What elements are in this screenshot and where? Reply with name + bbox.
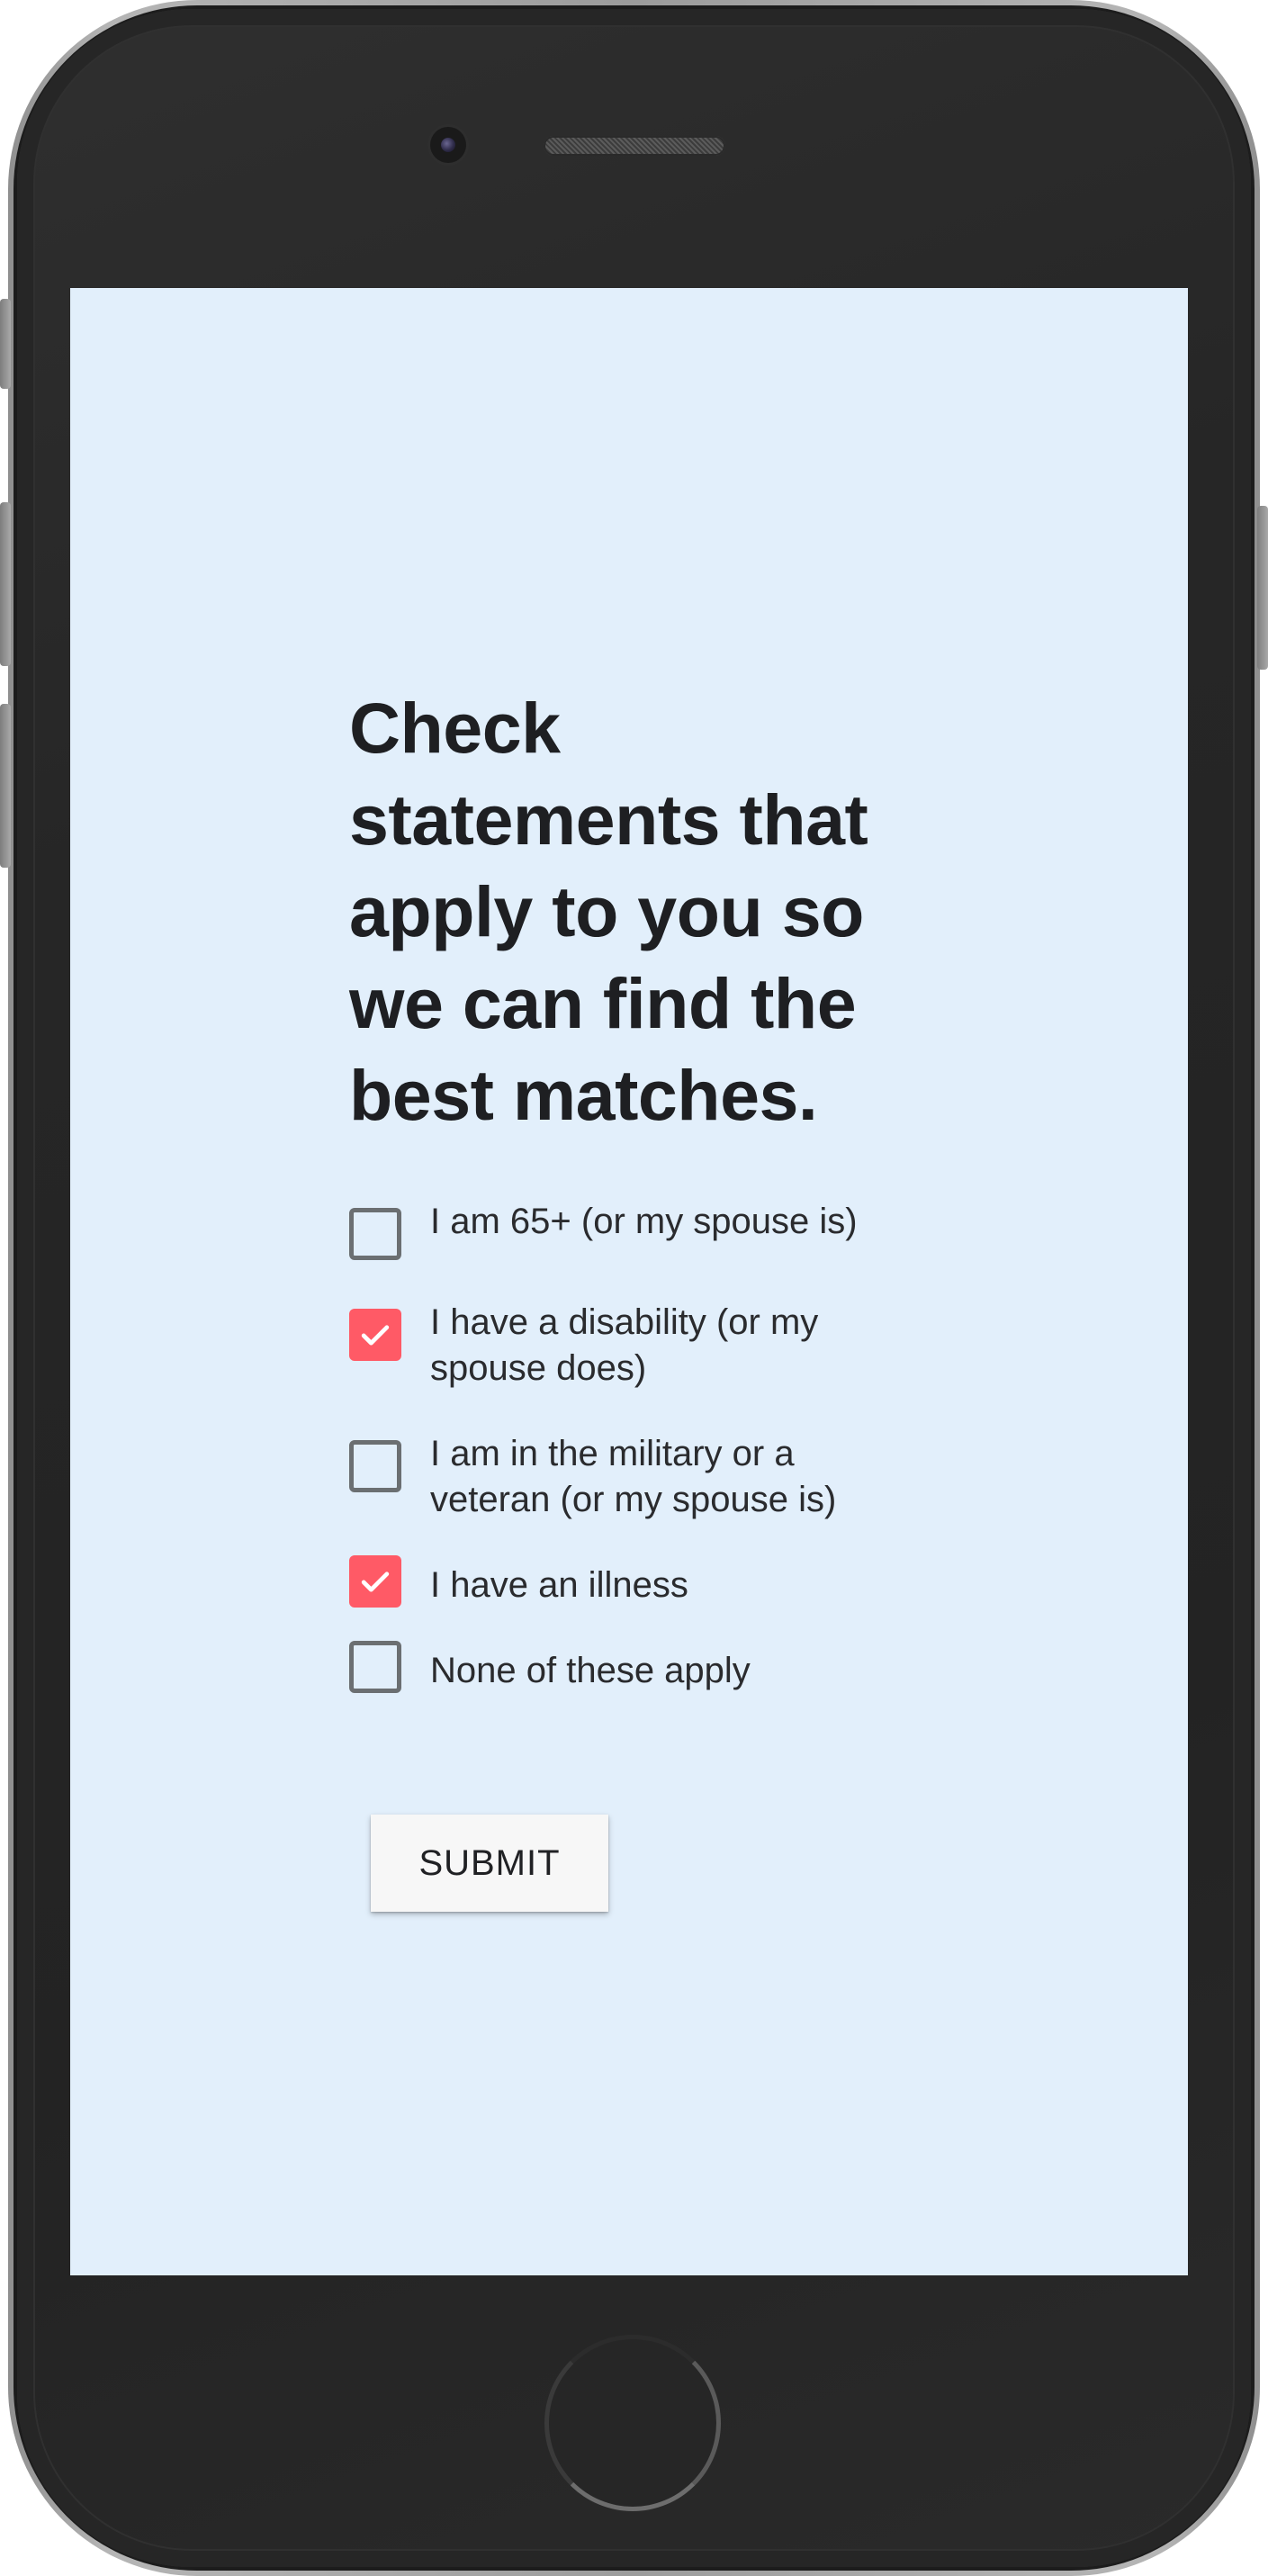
option-label: I am 65+ (or my spouse is) — [430, 1202, 858, 1241]
checkbox-illness[interactable] — [349, 1555, 401, 1608]
option-age-65[interactable]: I am 65+ (or my spouse is) — [349, 1199, 925, 1260]
checkbox-age-65[interactable] — [349, 1208, 401, 1260]
volume-down-button — [0, 704, 11, 868]
submit-button[interactable]: SUBMIT — [371, 1815, 608, 1912]
option-none-apply[interactable]: None of these apply — [349, 1641, 925, 1694]
option-label: None of these apply — [430, 1651, 751, 1690]
statements-form: Check statements that apply to you so we… — [349, 682, 925, 1694]
home-button[interactable] — [544, 2335, 721, 2511]
checkbox-none-apply[interactable] — [349, 1641, 401, 1693]
option-disability[interactable]: I have a disability (or my spouse does) — [349, 1300, 925, 1392]
check-icon — [361, 1325, 390, 1346]
power-button — [1257, 506, 1268, 670]
checkbox-military-veteran[interactable] — [349, 1440, 401, 1492]
mute-switch — [0, 299, 11, 389]
option-label: I have an illness — [430, 1565, 688, 1605]
phone-screen: Check statements that apply to you so we… — [70, 288, 1188, 2275]
form-title: Check statements that apply to you so we… — [349, 688, 868, 1135]
check-icon — [361, 1572, 390, 1592]
volume-up-button — [0, 502, 11, 666]
checkbox-disability[interactable] — [349, 1309, 401, 1361]
statement-options: I am 65+ (or my spouse is) I have a disa… — [349, 1199, 925, 1694]
front-camera — [430, 127, 466, 163]
earpiece-speaker — [544, 136, 725, 156]
option-illness[interactable]: I have an illness — [349, 1555, 925, 1608]
option-label: I am in the military or a veteran (or my… — [430, 1434, 837, 1519]
option-label: I have a disability (or my spouse does) — [430, 1302, 819, 1388]
option-military-veteran[interactable]: I am in the military or a veteran (or my… — [349, 1431, 925, 1523]
